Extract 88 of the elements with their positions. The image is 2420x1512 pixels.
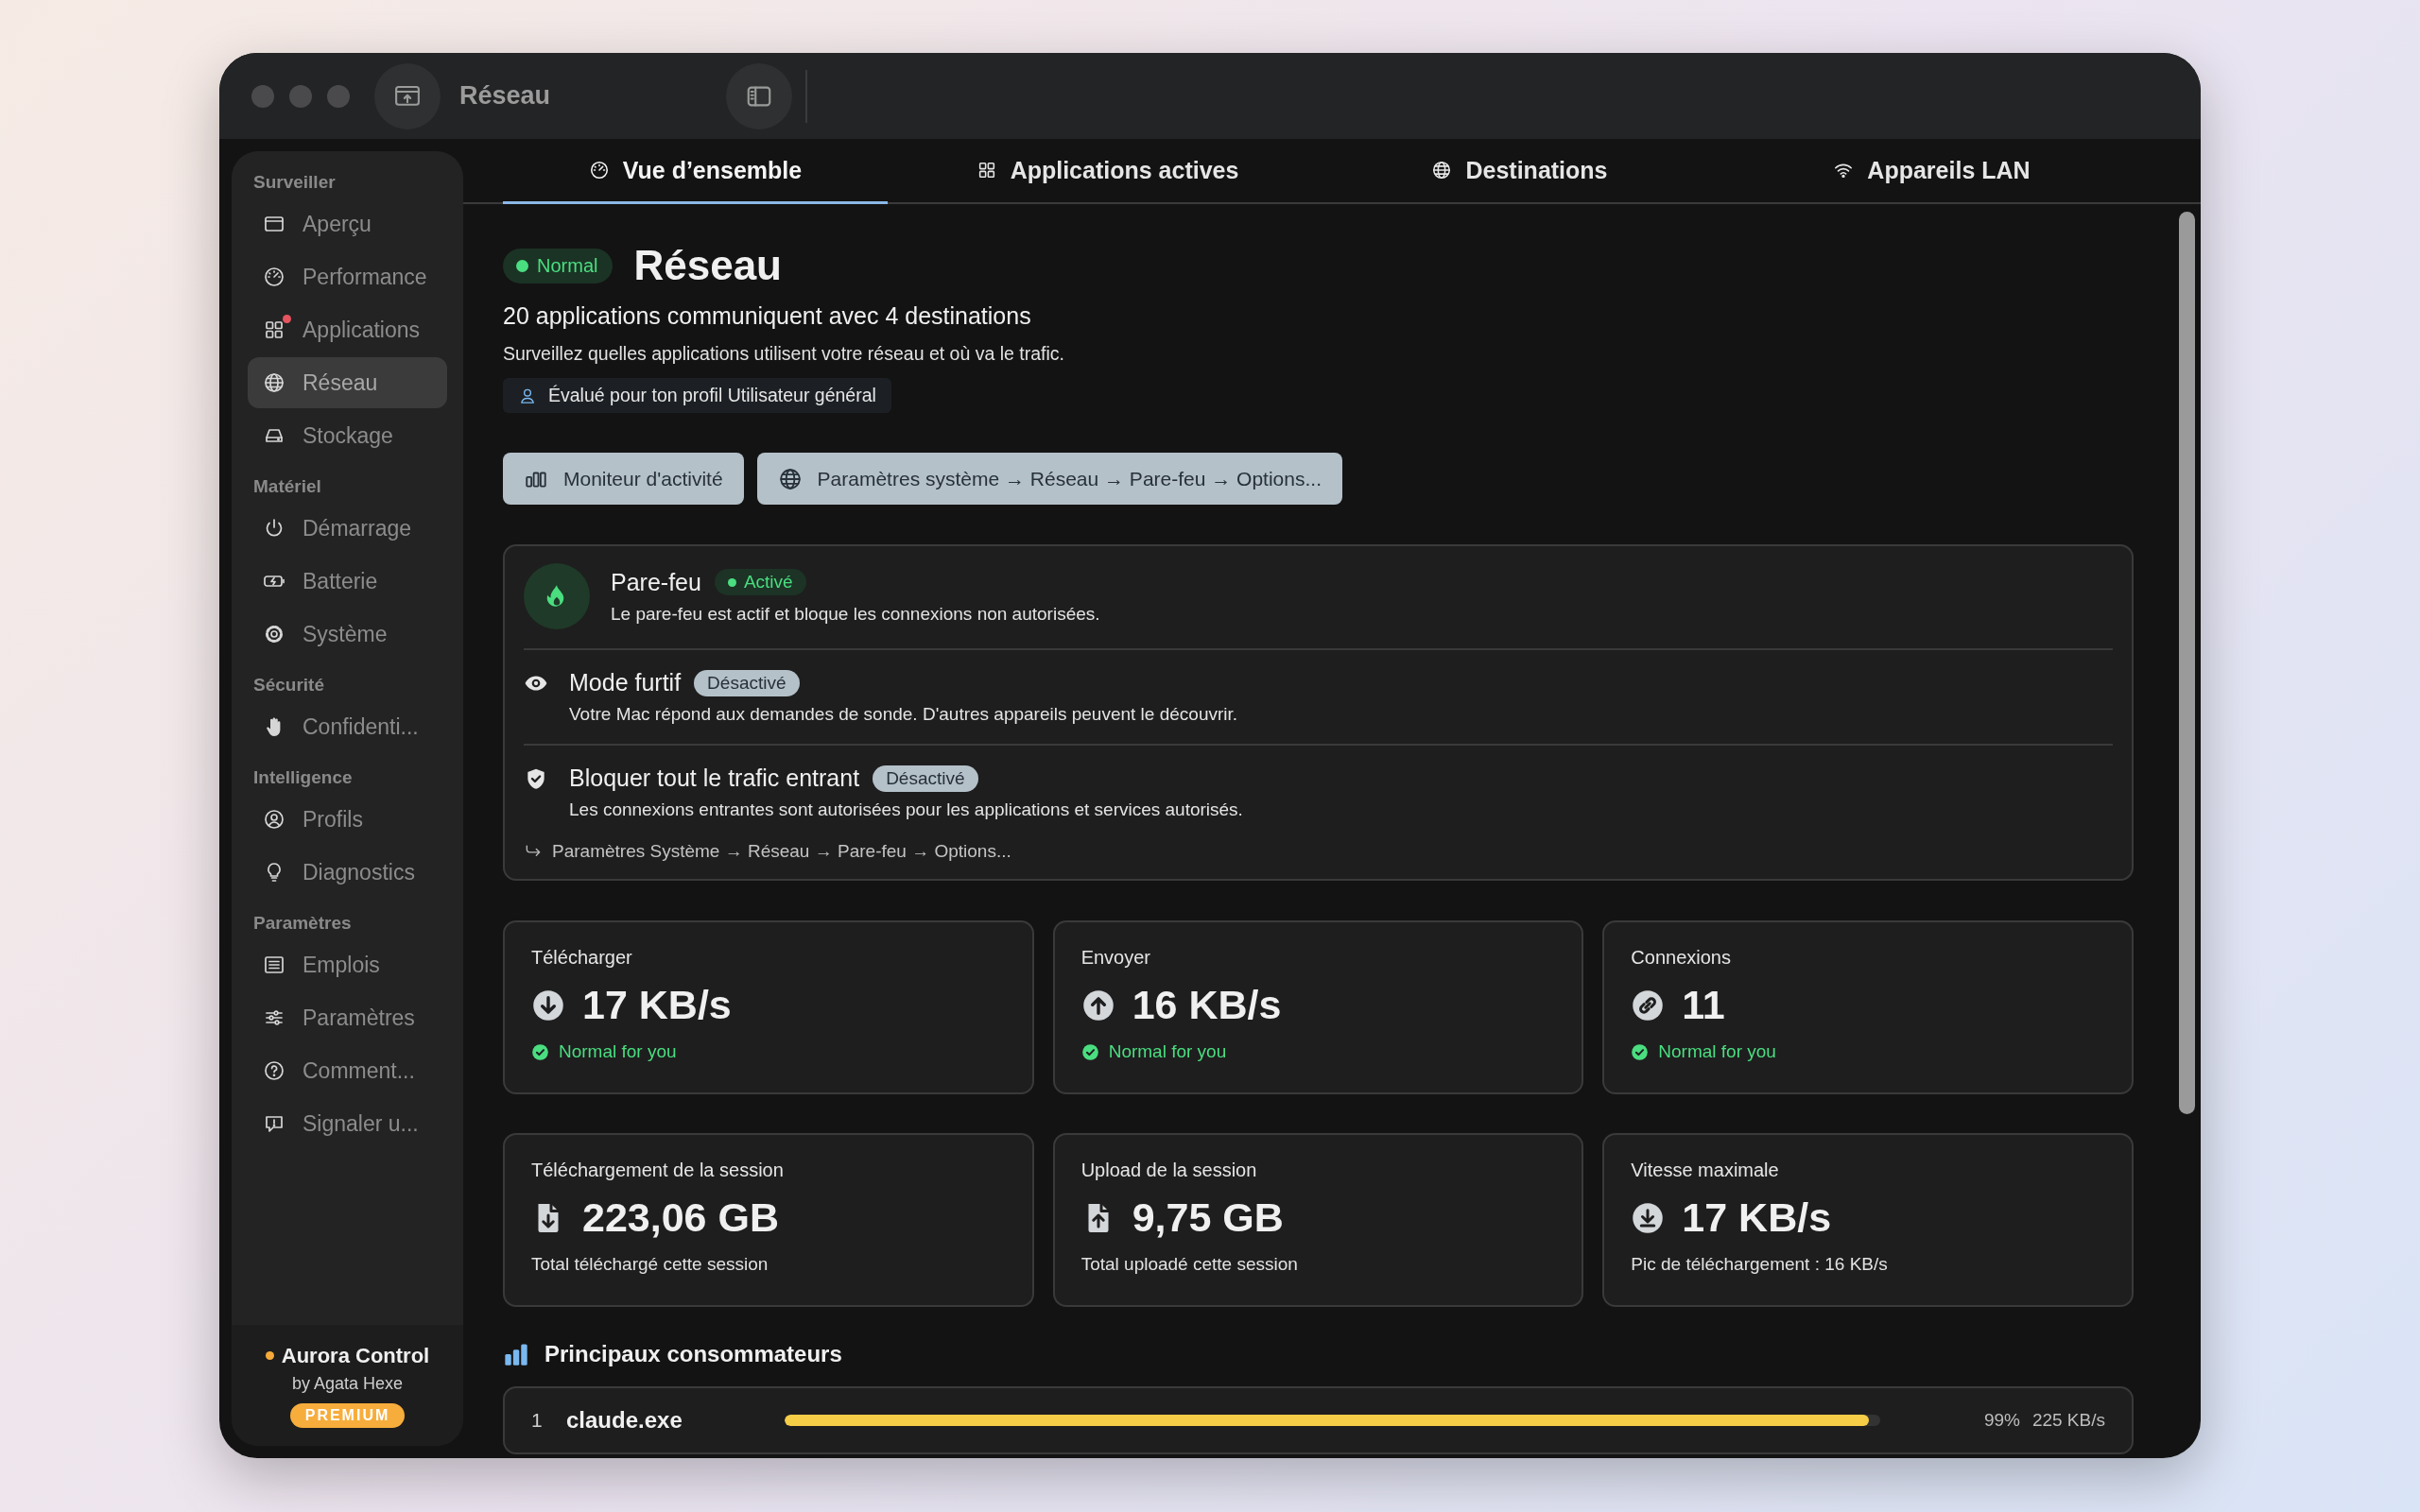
check-circle-icon <box>1080 1042 1099 1061</box>
list-icon <box>263 954 285 976</box>
sidebar-item[interactable]: Profils <box>248 794 447 845</box>
tab[interactable]: Applications actives <box>915 139 1300 204</box>
stat-label: Upload de la session <box>1080 1160 1258 1181</box>
tab[interactable]: Appareils LAN <box>1739 139 2124 204</box>
sidebar-item[interactable]: Diagnostics <box>248 847 447 898</box>
globe-icon <box>263 371 285 394</box>
grid-icon <box>263 318 285 341</box>
stat-value: 17 KB/s <box>1682 1194 1832 1241</box>
sidebar-item[interactable]: Emplois <box>248 939 447 990</box>
download-icon <box>1631 1200 1666 1235</box>
window-control[interactable] <box>251 84 274 108</box>
usage-percent: 99% <box>1982 1410 2020 1431</box>
link-icon <box>1631 988 1666 1022</box>
stat-value: 17 KB/s <box>582 982 732 1028</box>
scrollbar-thumb[interactable] <box>2179 212 2195 1114</box>
stat-label: Téléchargement de la session <box>531 1160 785 1181</box>
status-badge: Désactivé <box>694 669 800 696</box>
sidebar-item[interactable]: Système <box>248 609 447 660</box>
sidebar-item[interactable]: Comment... <box>248 1045 447 1096</box>
status-badge: Activé <box>714 569 806 595</box>
gauge-icon <box>588 160 610 180</box>
setting-description: Votre Mac répond aux demandes de sonde. D'autres appareils peuvent le découvrir. <box>569 704 1238 725</box>
window-control[interactable] <box>327 84 350 108</box>
sidebar-item[interactable]: Performance <box>248 251 447 302</box>
globe-icon <box>1431 160 1453 180</box>
setting-title: Mode furtif <box>569 669 682 696</box>
description-text: Surveillez quelles applications utilisent votre réseau et où va le trafic. <box>503 343 1065 365</box>
stat-label: Télécharger <box>531 947 633 969</box>
status-badge: Normal <box>503 248 614 284</box>
stat-value: 9,75 GB <box>1132 1194 1284 1241</box>
status-badge: Désactivé <box>873 765 978 792</box>
setting-title: Pare-feu <box>611 568 701 596</box>
stat-note: Normal for you <box>1658 1041 1776 1062</box>
stat-label: Connexions <box>1631 947 1732 969</box>
stat-value: 11 <box>1682 982 1725 1028</box>
usage-rate: 225 KB/s <box>2031 1410 2105 1431</box>
sidebar-item[interactable]: Confidenti... <box>248 701 447 752</box>
sidebar-section-label: Sécurité <box>252 674 325 696</box>
setting-description: Les connexions entrantes sont autorisées pour les applications et services autorisés. <box>569 799 1243 820</box>
sidebar-item[interactable]: Aperçu <box>248 198 447 249</box>
sidebar-item[interactable]: Stockage <box>248 410 447 461</box>
sidebar-section-label: Surveiller <box>252 171 337 194</box>
globe-icon <box>777 466 803 491</box>
stat-note: Normal for you <box>1108 1041 1227 1062</box>
stat-label: Envoyer <box>1080 947 1152 969</box>
profile-icon <box>263 808 285 831</box>
stat-note: Total uploadé cette session <box>1080 1254 1298 1275</box>
window-control[interactable] <box>289 84 312 108</box>
stat-note: Normal for you <box>559 1041 677 1062</box>
action-button[interactable]: Paramètres système → Réseau → Pare-feu → Options... <box>756 453 1342 505</box>
setting-title: Bloquer tout le trafic entrant <box>569 765 860 792</box>
page-title: Réseau <box>633 242 782 289</box>
settings-path[interactable]: Paramètres Système → Réseau → Pare-feu → Options... <box>552 841 1011 862</box>
sidebar-section-label: Intelligence <box>252 766 354 789</box>
rank-number: 1 <box>531 1409 544 1432</box>
app-name: claude.exe <box>566 1407 683 1434</box>
setting-description: Le pare-feu est actif et bloque les connexions non autorisées. <box>611 603 1100 625</box>
author-text: by Agata Hexe <box>291 1373 404 1394</box>
profile-chip: Évalué pour ton profil Utilisateur général <box>503 378 891 413</box>
premium-badge: PREMIUM <box>289 1402 406 1428</box>
sidebar-item[interactable]: Signaler u... <box>248 1098 447 1149</box>
stat-note: Total téléchargé cette session <box>531 1254 769 1275</box>
check-circle-icon <box>1631 1042 1650 1061</box>
app-name: Aurora Control <box>281 1343 430 1368</box>
sidebar-section-label: Paramètres <box>252 912 353 935</box>
status-dot <box>265 1351 274 1360</box>
window-title: Réseau <box>459 81 552 111</box>
stat-value: 223,06 GB <box>582 1194 779 1241</box>
stat-label: Vitesse maximale <box>1631 1160 1780 1181</box>
sidebar-item[interactable]: Paramètres <box>248 992 447 1043</box>
tab[interactable]: Destinations <box>1327 139 1712 204</box>
action-button[interactable]: Moniteur d'activité <box>503 453 744 505</box>
help-icon <box>263 1059 285 1082</box>
sidebar-item[interactable]: Batterie <box>248 556 447 607</box>
tab[interactable]: Vue d’ensemble <box>503 139 888 204</box>
summary-text: 20 applications communiquent avec 4 destinations <box>503 302 1032 330</box>
stat-note: Pic de téléchargement : 16 KB/s <box>1631 1254 1888 1275</box>
sidebar-item[interactable]: Démarrage <box>248 503 447 554</box>
sidebar-item[interactable]: Réseau <box>248 357 447 408</box>
sidebar-item[interactable]: Applications <box>248 304 447 355</box>
gauge-icon <box>263 266 285 288</box>
sidebar-section-label: Matériel <box>252 475 322 498</box>
section-title: Principaux consommateurs <box>544 1341 842 1367</box>
stat-value: 16 KB/s <box>1132 982 1282 1028</box>
check-circle-icon <box>531 1042 549 1061</box>
gear-icon <box>263 623 285 645</box>
